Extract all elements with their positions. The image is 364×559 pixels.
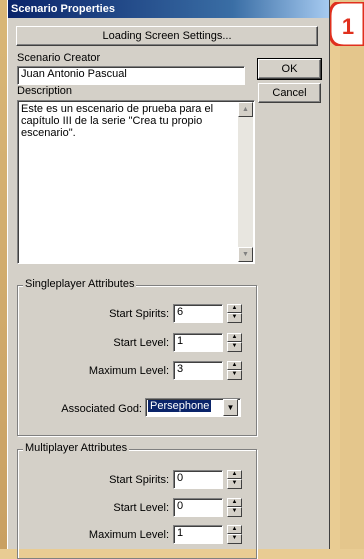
mp-max-level-field[interactable]: 1	[173, 525, 223, 544]
callout-number: 1	[342, 14, 354, 39]
loading-screen-settings-button[interactable]: Loading Screen Settings...	[16, 26, 318, 46]
description-line-2: capítulo III de la serie "Crea tu propio	[21, 115, 203, 127]
description-label: Description	[17, 85, 73, 97]
description-scrollbar[interactable]: ▲ ▼	[238, 102, 253, 262]
spin-down-icon[interactable]: ▼	[227, 370, 242, 380]
sp-start-spirits-spinner[interactable]: ▲ ▼	[227, 304, 242, 323]
spin-up-icon[interactable]: ▲	[227, 361, 242, 370]
window-title: Scenario Properties	[8, 0, 329, 18]
spin-down-icon[interactable]: ▼	[227, 479, 242, 489]
combo-dropdown-icon[interactable]: ▼	[223, 399, 238, 416]
spin-up-icon[interactable]: ▲	[227, 470, 242, 479]
page-background-left	[0, 0, 7, 549]
scroll-down-icon[interactable]: ▼	[238, 247, 253, 262]
spin-up-icon[interactable]: ▲	[227, 498, 242, 507]
mp-start-spirits-spinner[interactable]: ▲ ▼	[227, 470, 242, 489]
cancel-button[interactable]: Cancel	[258, 83, 321, 103]
singleplayer-attributes-title: Singleplayer Attributes	[23, 278, 137, 290]
sp-max-level-label: Maximum Level:	[88, 365, 169, 377]
scenario-creator-field[interactable]: Juan Antonio Pascual	[17, 66, 245, 85]
sp-start-level-label: Start Level:	[113, 337, 169, 349]
scenario-properties-dialog: Scenario Properties Loading Screen Setti…	[7, 0, 330, 559]
mp-max-level-spinner[interactable]: ▲ ▼	[227, 525, 242, 544]
mp-start-level-field[interactable]: 0	[173, 498, 223, 517]
spin-down-icon[interactable]: ▼	[227, 534, 242, 544]
description-line-3: escenario".	[21, 127, 76, 139]
description-textarea[interactable]: Este es un escenario de prueba para el c…	[17, 100, 255, 264]
spin-down-icon[interactable]: ▼	[227, 507, 242, 517]
associated-god-value: Persephone	[148, 400, 212, 412]
description-line-1: Este es un escenario de prueba para el	[21, 103, 214, 115]
sp-max-level-field[interactable]: 3	[173, 361, 223, 380]
spin-up-icon[interactable]: ▲	[227, 304, 242, 313]
sp-start-level-field[interactable]: 1	[173, 333, 223, 352]
scenario-creator-label: Scenario Creator	[17, 52, 101, 64]
spin-down-icon[interactable]: ▼	[227, 342, 242, 352]
multiplayer-attributes-title: Multiplayer Attributes	[23, 442, 130, 454]
mp-start-level-spinner[interactable]: ▲ ▼	[227, 498, 242, 517]
sp-max-level-spinner[interactable]: ▲ ▼	[227, 361, 242, 380]
callout-number-badge: 1	[330, 2, 364, 46]
mp-max-level-label: Maximum Level:	[88, 529, 169, 541]
page-background-right	[340, 0, 364, 549]
sp-start-level-spinner[interactable]: ▲ ▼	[227, 333, 242, 352]
ok-button[interactable]: OK	[257, 58, 322, 80]
spin-up-icon[interactable]: ▲	[227, 333, 242, 342]
description-text: Este es un escenario de prueba para el c…	[21, 103, 237, 139]
spin-down-icon[interactable]: ▼	[227, 313, 242, 323]
mp-start-level-label: Start Level:	[113, 502, 169, 514]
sp-start-spirits-label: Start Spirits:	[109, 308, 169, 320]
mp-start-spirits-field[interactable]: 0	[173, 470, 223, 489]
mp-start-spirits-label: Start Spirits:	[109, 474, 169, 486]
spin-up-icon[interactable]: ▲	[227, 525, 242, 534]
associated-god-label: Associated God:	[61, 403, 142, 415]
scroll-up-icon[interactable]: ▲	[238, 102, 253, 117]
sp-start-spirits-field[interactable]: 6	[173, 304, 223, 323]
